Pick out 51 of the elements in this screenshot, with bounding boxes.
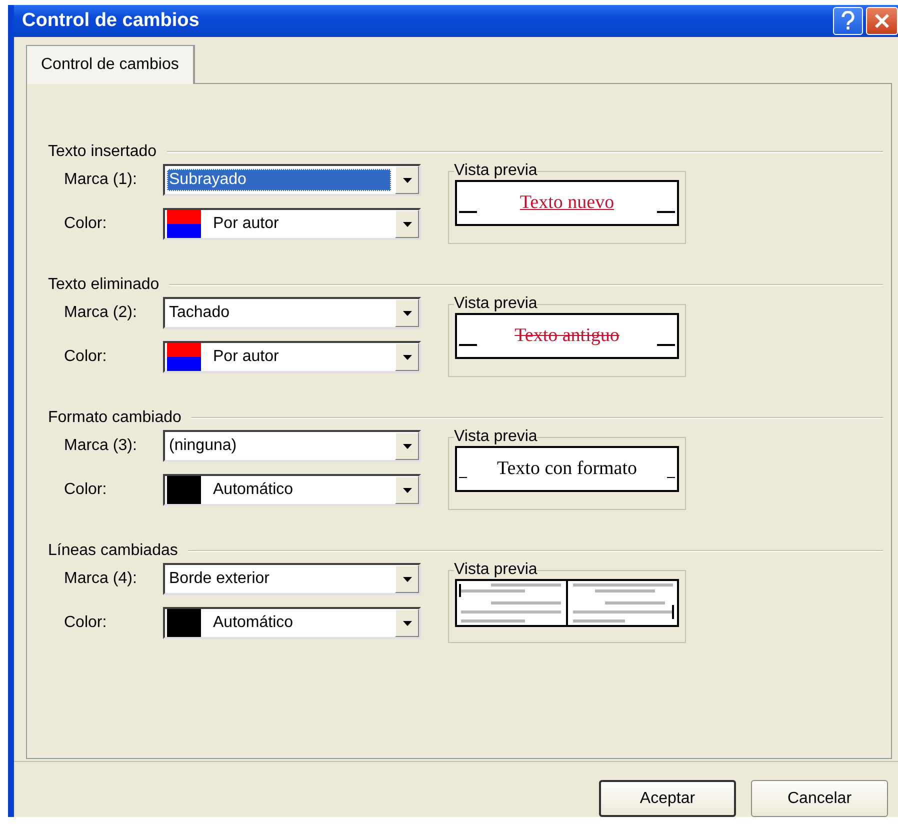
tab[interactable]: Control de cambios [26,45,195,84]
dropdown-arrow-button[interactable] [395,210,419,238]
preview-label: Vista previa [454,428,538,446]
group-heading: Formato cambiado [48,409,182,427]
caret-icon [402,222,412,226]
field-label: Marca (4): [64,570,138,588]
close-icon [874,13,890,29]
dropdown-arrow-button[interactable] [395,565,419,593]
group-heading: Líneas cambiadas [48,542,178,560]
window-title: Control de cambios [22,10,200,32]
field-label: Color: [64,614,108,632]
color-dropdown[interactable]: Automático [163,607,421,639]
caret-icon [402,444,412,448]
preview-text: Texto antiguo [514,325,620,347]
field-label: Marca (3): [64,437,138,455]
dropdown-arrow-button[interactable] [395,299,419,327]
preview-label: Vista previa [454,295,538,313]
color-dropdown[interactable]: Automático [163,474,421,506]
field-label: Color: [64,481,108,499]
help-button[interactable] [833,7,863,35]
group-heading: Texto eliminado [48,276,160,294]
help-icon [841,11,855,31]
close-button[interactable] [866,7,898,35]
mark-dropdown[interactable]: Borde exterior [163,563,421,595]
group-heading: Texto insertado [48,143,157,161]
preview-label: Vista previa [454,561,538,579]
mark-dropdown[interactable]: Tachado [163,297,421,329]
preview-text: Texto con formato [496,458,638,480]
color-dropdown[interactable]: Por autor [163,341,421,373]
caret-icon [402,178,412,182]
dropdown-arrow-button[interactable] [395,166,419,194]
dropdown-arrow-button[interactable] [395,609,419,637]
dialog-button[interactable]: Aceptar [599,780,736,817]
dropdown-arrow-button[interactable] [395,432,419,460]
field-label: Color: [64,215,108,233]
mark-dropdown[interactable]: (ninguna) [163,430,421,462]
preview-label: Vista previa [454,162,538,180]
caret-icon [402,488,412,492]
caret-icon [402,620,412,626]
field-label: Marca (2): [64,304,138,322]
field-label: Marca (1): [64,171,138,189]
dropdown-arrow-button[interactable] [395,343,419,371]
mark-dropdown[interactable]: Subrayado [163,164,421,196]
field-label: Color: [64,348,108,366]
dialog-button[interactable]: Cancelar [751,780,888,817]
caret-icon [402,576,412,582]
color-dropdown[interactable]: Por autor [163,208,421,240]
preview-text: Texto nuevo [520,192,614,214]
caret-icon [402,310,412,316]
caret-icon [402,354,412,360]
dropdown-arrow-button[interactable] [395,476,419,504]
